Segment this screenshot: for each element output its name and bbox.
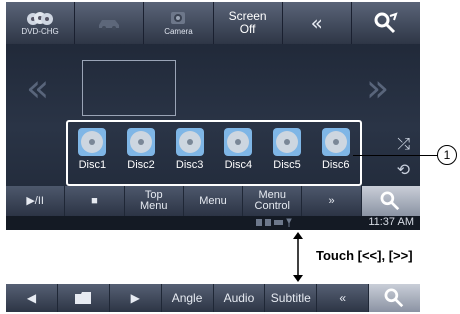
disc-label: Disc5 [273,159,301,171]
setup-icon [380,191,400,211]
av-screen: DVD-CHG Camera Screen Off « « » Disc1 Di… [6,2,420,230]
screen-off-button[interactable]: Screen Off [214,2,283,44]
disc-button[interactable]: Disc6 [311,128,360,184]
top-bar: DVD-CHG Camera Screen Off « [6,2,420,44]
disc-label: Disc1 [78,159,107,171]
camera-label: Camera [164,27,193,36]
play-pause-button[interactable]: ▶/II [6,186,66,216]
subtitle-button[interactable]: Subtitle [265,284,318,312]
top-menu-line2: Menu [139,200,168,212]
previous-button[interactable]: ◀ [6,284,58,312]
disc-selection-group: Disc1 Disc2 Disc3 Disc4 Disc5 Disc6 [66,120,362,186]
camera-icon [171,12,186,24]
navigation-source-button[interactable] [75,2,145,44]
previous-chapter-icon[interactable]: « [26,66,49,110]
bottom-function-bar: ◀ ▶ Angle Audio Subtitle « [6,284,420,312]
more-controls-button[interactable]: » [302,186,362,216]
disc-icon [321,128,350,156]
stop-button[interactable]: ■ [65,186,125,216]
shuffle-icon[interactable]: ⤮ [397,134,410,154]
next-chapter-icon[interactable]: » [366,66,389,110]
playback-control-bar: ▶/II ■ Top Menu Menu Menu Control » [6,186,420,216]
disc-button[interactable]: Disc1 [68,128,117,184]
angle-button[interactable]: Angle [162,284,214,312]
car-icon [99,20,120,30]
setup-icon [384,288,403,308]
disc-label: Disc6 [321,159,350,171]
callout-number: 1 [437,145,457,165]
screen-off-line2: Off [239,22,256,36]
dvd-changer-icon [27,12,54,25]
status-indicator-icons [256,217,296,230]
dvd-changer-label: DVD-CHG [21,27,59,36]
ctrl-setup-button[interactable] [361,186,420,216]
collapse-bar-button[interactable]: « [317,284,370,312]
top-menu-button[interactable]: Top Menu [125,186,184,216]
status-bar: 11:37 AM [6,216,420,230]
repeat-icon[interactable]: ⟲ [397,160,410,179]
clock: 11:37 AM [368,216,414,228]
folder-button[interactable] [58,284,110,312]
disc-button[interactable]: Disc4 [214,128,263,184]
menu-control-line2: Control [254,200,290,212]
setup-button[interactable] [352,2,420,44]
disc-label: Disc4 [224,159,253,171]
disc-icon [273,128,302,156]
video-preview-area [82,60,176,116]
disc-icon [78,128,107,156]
menu-button[interactable]: Menu [184,186,244,216]
audio-button[interactable]: Audio [214,284,266,312]
touch-instruction: Touch [<<], [>>] [316,248,413,263]
setup-icon [374,12,398,34]
collapse-top-bar-button[interactable]: « [283,2,352,44]
camera-source-button[interactable]: Camera [144,2,214,44]
callout-leader-line [353,155,438,156]
double-arrow-icon [293,232,303,282]
menu-control-button[interactable]: Menu Control [243,186,303,216]
double-chevron-left-icon: « [310,11,323,35]
disc-label: Disc2 [127,159,155,171]
disc-button[interactable]: Disc2 [117,128,166,184]
dvd-changer-source-button[interactable]: DVD-CHG [6,2,76,44]
disc-label: Disc3 [175,159,204,171]
disc-button[interactable]: Disc3 [165,128,214,184]
disc-button[interactable]: Disc5 [263,128,312,184]
disc-icon [175,128,204,156]
bottom-setup-button[interactable] [369,284,420,312]
disc-icon [127,128,155,156]
folder-icon [75,292,92,304]
next-button[interactable]: ▶ [110,284,162,312]
disc-icon [224,128,253,156]
